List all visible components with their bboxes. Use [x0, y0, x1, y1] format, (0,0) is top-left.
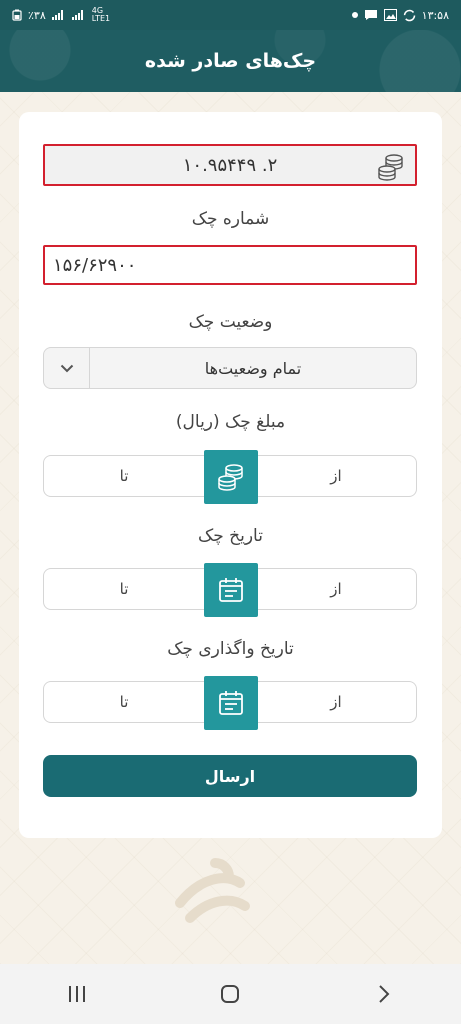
check-number-value: ۱۵۶/۶۲۹۰۰ [53, 254, 137, 276]
date-range: تا از [43, 563, 417, 617]
dot-icon [351, 12, 358, 18]
logo-watermark [170, 848, 260, 932]
system-nav-bar [0, 964, 461, 1024]
battery-percent: ٪۳۸ [28, 8, 46, 22]
transfer-date-range: تا از [43, 676, 417, 730]
account-number: ۱۰.۹۵۴۴۹ .۲ [182, 154, 278, 176]
image-icon [383, 9, 397, 21]
transfer-from-input[interactable]: از [256, 682, 416, 722]
calendar-icon[interactable] [204, 563, 258, 617]
submit-button[interactable]: ارسال [43, 755, 417, 797]
signal-icon-2 [71, 10, 86, 20]
filter-card: ۱۰.۹۵۴۴۹ .۲ شماره چک ۱۵۶/۶۲۹۰۰ وضعیت چک … [19, 112, 442, 838]
coins-icon [204, 450, 258, 504]
signal-icon [51, 10, 66, 20]
home-button[interactable] [200, 974, 260, 1014]
sync-icon [403, 9, 416, 22]
chevron-down-icon [44, 348, 90, 388]
back-button[interactable] [354, 974, 414, 1014]
chat-icon [364, 9, 378, 21]
date-label: تاریخ چک [198, 526, 263, 546]
status-label: وضعیت چک [188, 312, 273, 332]
amount-from-input[interactable]: از [256, 456, 416, 496]
network-sub-label: LTE1 [91, 14, 111, 23]
date-from-input[interactable]: از [256, 569, 416, 609]
status-select[interactable]: تمام وضعیت‌ها [43, 347, 417, 389]
app-header: چک‌های صادر شده [0, 30, 461, 92]
transfer-to-input[interactable]: تا [44, 682, 204, 722]
calendar-icon[interactable] [204, 676, 258, 730]
check-number-label: شماره چک [191, 209, 270, 229]
check-number-input[interactable]: ۱۵۶/۶۲۹۰۰ [43, 245, 417, 285]
status-value: تمام وضعیت‌ها [204, 358, 302, 378]
account-selector[interactable]: ۱۰.۹۵۴۴۹ .۲ [43, 144, 417, 186]
network-type: 4G LTE1 [92, 7, 110, 23]
status-bar: ٪۳۸ 4G LTE1 ۱۳:۵۸ [0, 0, 461, 30]
page-title: چک‌های صادر شده [144, 50, 317, 72]
status-right: ۱۳:۵۸ [351, 8, 449, 22]
status-left: ٪۳۸ 4G LTE1 [12, 7, 110, 23]
coins-icon [377, 152, 405, 187]
amount-range: تا از [43, 450, 417, 504]
battery-icon [12, 9, 22, 21]
amount-label: مبلغ چک (ریال) [175, 412, 286, 432]
clock: ۱۳:۵۸ [421, 8, 449, 22]
transfer-date-label: تاریخ واگذاری چک [167, 639, 294, 659]
amount-to-input[interactable]: تا [44, 456, 204, 496]
date-to-input[interactable]: تا [44, 569, 204, 609]
recent-apps-button[interactable] [47, 974, 107, 1014]
